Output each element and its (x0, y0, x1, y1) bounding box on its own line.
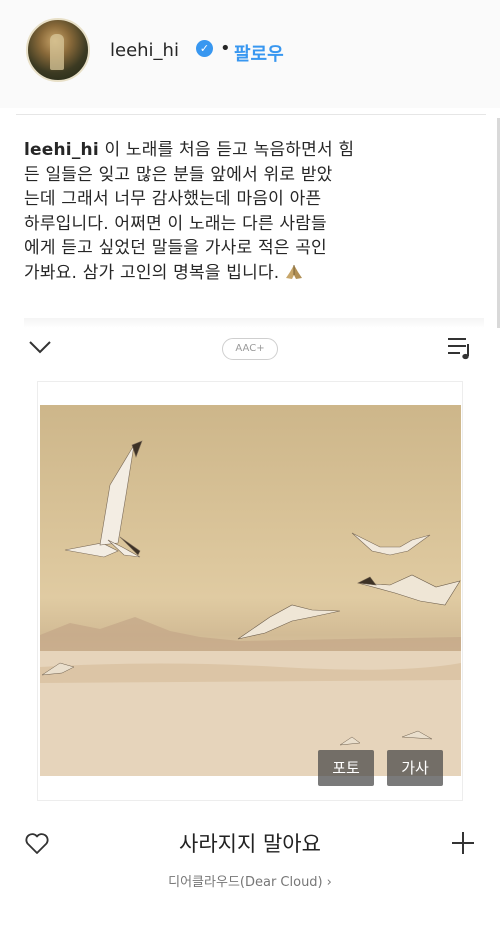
plus-icon[interactable] (450, 830, 476, 856)
post-caption: leehi_hi 이 노래를 처음 듣고 녹음하면서 힘 든 일들은 잊고 많은… (24, 138, 484, 285)
caption-line-4: 하루입니다. 어쩌면 이 노래는 다른 사람들 (24, 213, 327, 234)
artist-name[interactable]: 디어클라우드(Dear Cloud) (168, 875, 323, 890)
photo-tag-button[interactable]: 포토 (318, 750, 374, 786)
follow-button[interactable]: 팔로우 (234, 40, 284, 66)
verified-badge-icon: ✓ (196, 40, 213, 57)
caption-line-5: 에게 듣고 싶었던 말들을 가사로 적은 곡인 (24, 238, 327, 258)
folded-hands-icon (286, 264, 303, 279)
separator-dot: • (220, 38, 231, 59)
codec-badge: AAC+ (222, 338, 278, 360)
caption-line-1: leehi_hi 이 노래를 처음 듣고 녹음하면서 힘 (24, 138, 484, 163)
caption-username[interactable]: leehi_hi (24, 140, 99, 160)
username-link[interactable]: leehi_hi (110, 40, 179, 61)
song-title: 사라지지 말아요 (179, 832, 321, 856)
post-header: leehi_hi ✓ • 팔로우 (0, 0, 500, 108)
caption-text: 이 노래를 처음 듣고 녹음하면서 힘 (98, 140, 355, 160)
caption-line-6: 가봐요. 삼가 고인의 명복을 빕니다. (24, 261, 484, 286)
header-divider (16, 114, 486, 115)
chevron-right-icon: › (326, 875, 332, 890)
caption-text: 가봐요. 삼가 고인의 명복을 빕니다. (24, 262, 280, 283)
playlist-icon[interactable] (446, 334, 474, 362)
caption-line-3: 는데 그래서 너무 감사했는데 마음이 아픈 (24, 189, 322, 209)
lyrics-tag-button[interactable]: 가사 (387, 750, 443, 786)
caption-line-2: 든 일들은 잊고 많은 분들 앞에서 위로 받았 (24, 164, 333, 185)
album-art[interactable] (40, 405, 461, 776)
chevron-down-icon[interactable] (28, 337, 52, 357)
artist-link[interactable]: 디어클라우드(Dear Cloud) › (0, 871, 500, 890)
caption-fade (24, 318, 484, 328)
album-art-scene (40, 440, 461, 776)
profile-avatar[interactable] (26, 18, 90, 82)
